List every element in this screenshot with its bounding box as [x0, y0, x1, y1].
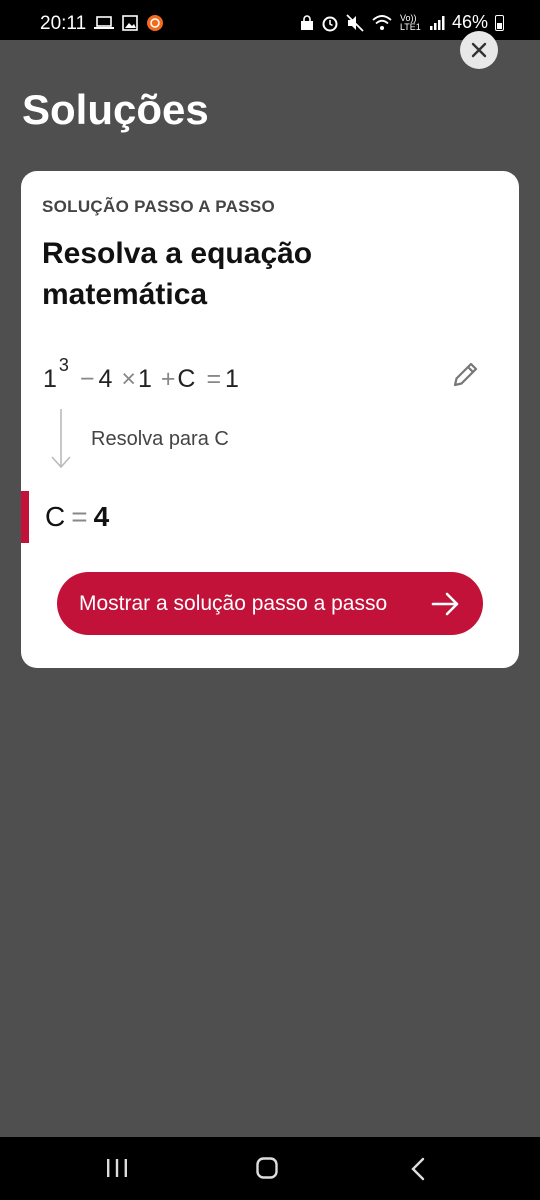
equation-rhs: 1 [225, 365, 239, 393]
equation-base: 1 [43, 365, 57, 393]
card-kicker: SOLUÇÃO PASSO A PASSO [42, 197, 275, 216]
signal-icon [429, 15, 445, 30]
card-heading: Resolva a equação matemática [42, 237, 313, 311]
equation[interactable]: 13 −4 ×1 +C = 1 [43, 355, 239, 394]
battery-percent: 46% [451, 12, 488, 32]
equation-four: 4 [98, 365, 113, 393]
show-steps-button[interactable]: Mostrar a solução passo a passo [57, 572, 483, 635]
system-nav-bar [0, 1137, 540, 1200]
arrow-down-icon [51, 409, 71, 469]
times-sign: × [121, 365, 136, 393]
equals-sign: = [206, 365, 222, 393]
solution-card: SOLUÇÃO PASSO A PASSO Resolva a equação … [21, 171, 519, 668]
lte-label: Vo)) LTE1 [399, 12, 421, 32]
minus-sign: − [79, 365, 95, 393]
notification-icons [94, 14, 164, 32]
result-accent-bar [21, 491, 29, 543]
plus-sign: + [160, 365, 176, 393]
wifi-icon [372, 14, 392, 30]
status-bar: 20:11 Vo)) LTE1 46% [0, 0, 540, 40]
show-steps-label: Mostrar a solução passo a passo [79, 591, 388, 615]
close-button[interactable] [460, 31, 498, 69]
arrow-right-icon [431, 592, 459, 616]
image-icon [122, 15, 138, 31]
laptop-icon [94, 16, 114, 29]
result-value: 4 [93, 501, 110, 532]
system-icons: Vo)) LTE1 46% [300, 12, 504, 33]
result-equals: = [71, 501, 88, 532]
status-time: 20:11 [40, 13, 87, 34]
equation-var: C [177, 365, 196, 393]
result-var: C [45, 501, 66, 532]
close-icon [471, 42, 487, 58]
pencil-icon [453, 362, 478, 387]
equation-exponent: 3 [58, 355, 69, 375]
back-icon[interactable] [410, 1157, 426, 1181]
battery-icon [495, 14, 504, 31]
edit-equation-button[interactable] [447, 357, 483, 393]
recents-icon[interactable] [106, 1158, 128, 1178]
app-notification-icon [147, 15, 163, 31]
lock-icon [300, 14, 313, 30]
result: C = 4 [45, 501, 109, 533]
mute-icon [346, 13, 364, 32]
home-icon[interactable] [256, 1157, 278, 1179]
equation-one: 1 [137, 365, 152, 393]
page-title: Soluções [22, 86, 209, 133]
alarm-icon [322, 16, 338, 31]
step-label: Resolva para C [91, 428, 229, 450]
